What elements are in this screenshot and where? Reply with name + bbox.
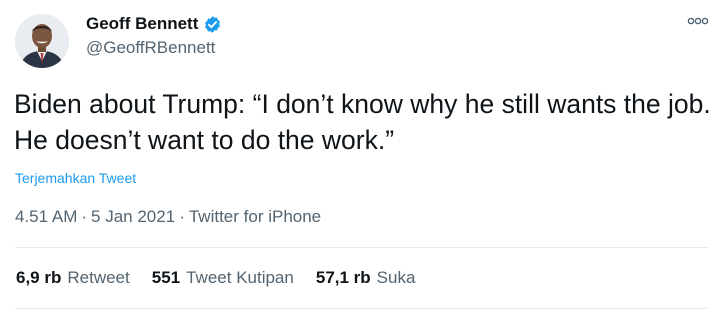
author-name-row: Geoff Bennett: [86, 14, 222, 34]
tweet-date[interactable]: 5 Jan 2021: [91, 207, 175, 226]
like-count[interactable]: 57,1 rb Suka: [316, 268, 416, 288]
divider: [15, 308, 708, 309]
author-handle[interactable]: @GeoffRBennett: [86, 38, 215, 58]
more-options-icon[interactable]: [687, 14, 709, 28]
retweet-count[interactable]: 6,9 rb Retweet: [16, 268, 130, 288]
tweet-text: Biden about Trump: “I don’t know why he …: [14, 89, 711, 155]
verified-badge-icon: [203, 15, 222, 34]
retweet-count-label: Retweet: [67, 268, 130, 287]
like-count-value: 57,1 rb: [315, 268, 371, 287]
meta-separator: ·: [81, 207, 88, 226]
like-count-label: Suka: [376, 268, 416, 287]
retweet-count-value: 6,9 rb: [16, 268, 62, 287]
tweet-time[interactable]: 4.51 AM: [15, 207, 77, 226]
avatar[interactable]: [15, 14, 69, 68]
tweet-meta: 4.51 AM · 5 Jan 2021 · Twitter for iPhone: [15, 207, 321, 227]
divider: [15, 247, 708, 248]
quote-tweet-count[interactable]: 551 Tweet Kutipan: [152, 268, 294, 288]
quote-count-value: 551: [151, 268, 181, 287]
quote-count-label: Tweet Kutipan: [186, 268, 294, 287]
tweet-source[interactable]: Twitter for iPhone: [189, 207, 321, 226]
meta-separator: ·: [179, 207, 185, 226]
tweet-card: Geoff Bennett @GeoffRBennett Biden about…: [0, 0, 720, 310]
translate-tweet-link[interactable]: Terjemahkan Tweet: [15, 170, 136, 186]
tweet-stats: 6,9 rb Retweet 551 Tweet Kutipan 57,1 rb…: [16, 268, 415, 288]
profile-photo-icon: [15, 14, 69, 68]
author-display-name[interactable]: Geoff Bennett: [86, 14, 198, 34]
